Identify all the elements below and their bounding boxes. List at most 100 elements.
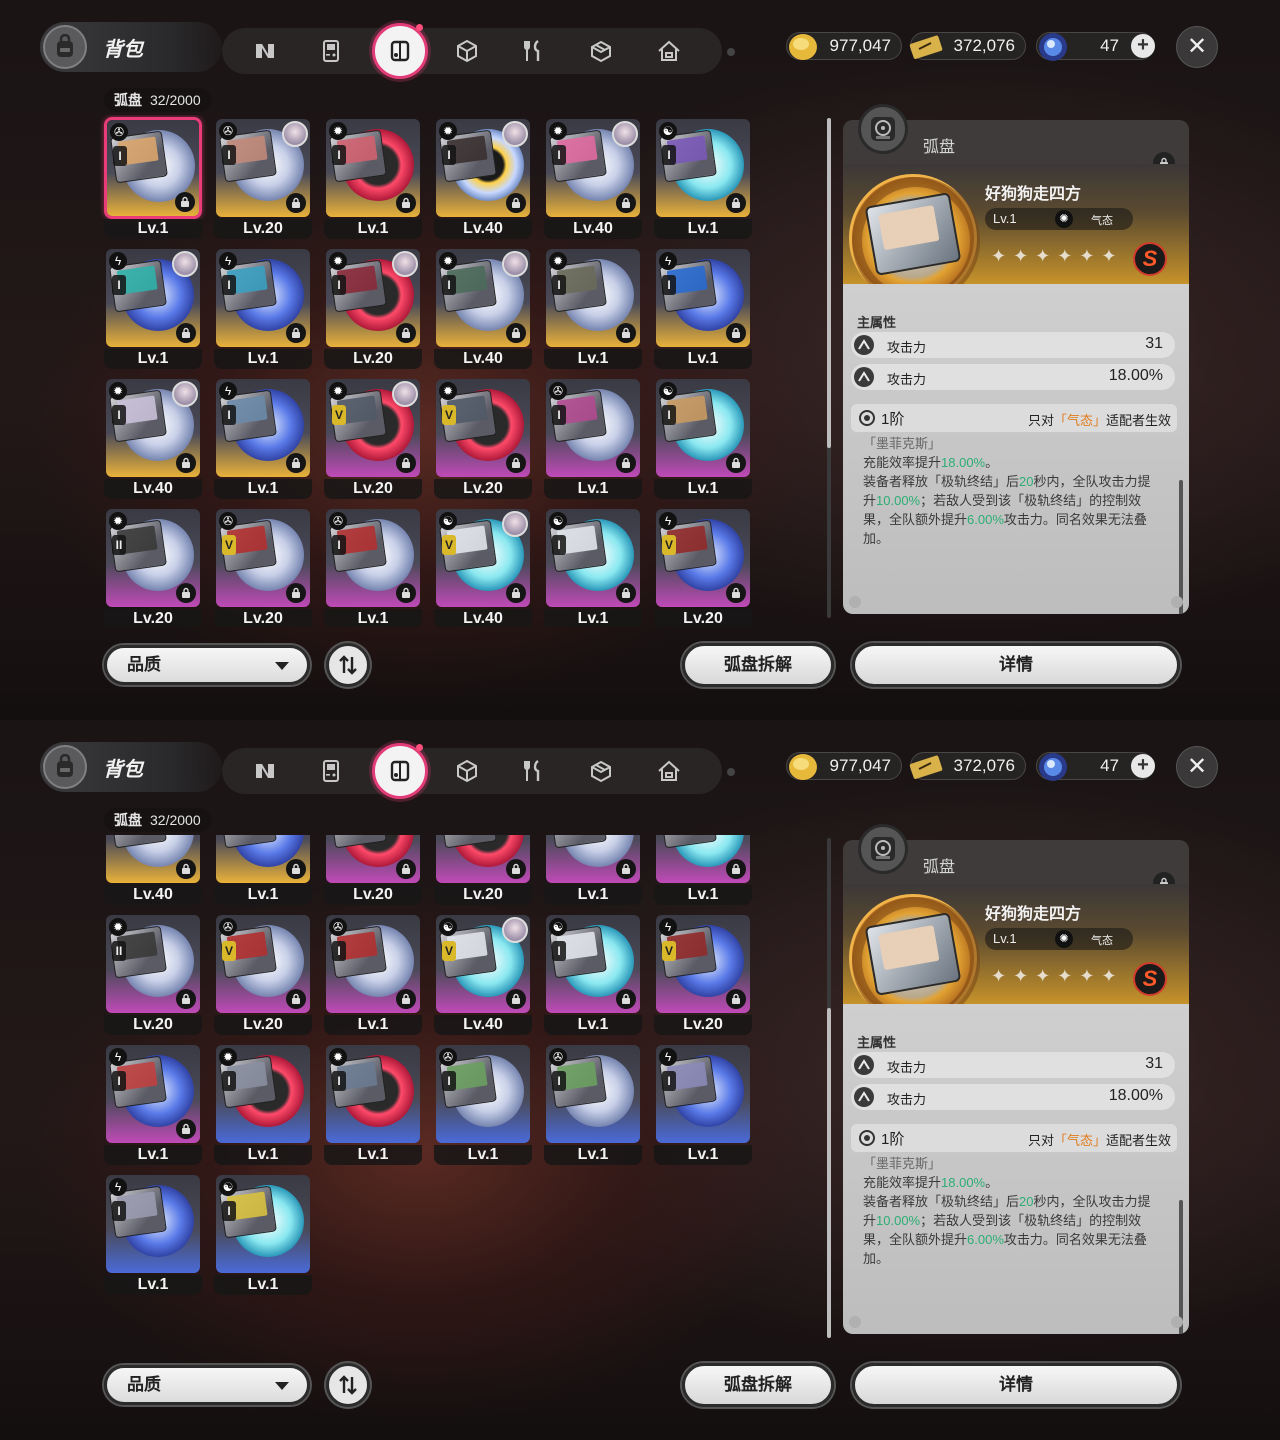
stat-row: 攻击力 31 xyxy=(851,332,1175,358)
disc-card[interactable]: ✹VLv.20 xyxy=(324,377,422,499)
disc-card[interactable]: ✇ I Lv.20 xyxy=(214,117,312,239)
disc-card[interactable]: ϟILv.1 xyxy=(104,1043,202,1165)
currency-coins[interactable]: 977,047 xyxy=(786,752,902,780)
disc-card[interactable]: ✇ILv.1 xyxy=(434,1043,532,1165)
disc-card[interactable]: ✹ I Lv.1 xyxy=(324,117,422,239)
tab-n-logo[interactable] xyxy=(246,752,284,790)
close-button[interactable]: ✕ xyxy=(1176,746,1218,788)
currency-coins[interactable]: 977,047 xyxy=(786,32,902,60)
grid-scroll-thumb[interactable] xyxy=(827,1008,831,1338)
tab-gameboy[interactable] xyxy=(312,752,350,790)
lock-icon xyxy=(506,859,526,879)
grid-scrollbar[interactable] xyxy=(827,118,831,618)
details-button[interactable]: 详情 xyxy=(852,1363,1180,1407)
tab-boxes[interactable] xyxy=(582,32,620,70)
disc-card[interactable]: ✹ILv.40 xyxy=(434,117,532,239)
disc-card[interactable]: ☯ V Lv.40 xyxy=(434,507,532,627)
disc-card[interactable]: ϟILv.1 xyxy=(104,247,202,369)
disc-card[interactable]: ☯ILv.1 xyxy=(214,1173,312,1295)
sort-dropdown[interactable]: 品质 xyxy=(104,1365,310,1405)
disc-thumbnail: ✹I xyxy=(544,117,642,219)
disc-level: Lv.1 xyxy=(993,931,1017,946)
lock-icon xyxy=(726,859,746,879)
disc-card[interactable]: ✇ V Lv.20 xyxy=(214,507,312,627)
disc-card[interactable]: ✇ILv.1 xyxy=(544,1043,642,1165)
disc-card[interactable]: ϟILv.1 xyxy=(214,835,312,905)
disc-name: 好狗狗走四方 xyxy=(985,186,1082,203)
disc-card[interactable]: ✹ I Lv.1 xyxy=(214,1043,312,1165)
currency-stamina[interactable]: 47 + xyxy=(1036,752,1155,781)
disc-card[interactable]: ☯ V Lv.40 xyxy=(434,913,532,1035)
panel-scrollbar[interactable] xyxy=(1179,1200,1183,1334)
disc-card[interactable]: ✹ILv.40 xyxy=(434,247,532,369)
currency-tickets[interactable]: 372,076 xyxy=(909,752,1026,780)
add-stamina-icon[interactable]: + xyxy=(1131,34,1155,58)
disc-card[interactable]: ✹ I Lv.1 xyxy=(324,1043,422,1165)
disc-card[interactable]: ✹ I Lv.20 xyxy=(324,247,422,369)
disc-card[interactable]: ✹ILv.40 xyxy=(544,117,642,239)
sort-dropdown[interactable]: 品质 xyxy=(104,645,310,685)
tab-materials[interactable] xyxy=(448,32,486,70)
rank-badge: I xyxy=(222,145,236,165)
tab-food[interactable] xyxy=(514,752,552,790)
disc-card[interactable]: ✹VLv.20 xyxy=(324,835,422,905)
tab-house[interactable] xyxy=(650,752,688,790)
dismantle-button[interactable]: 弧盘拆解 xyxy=(682,643,834,687)
grid-scrollbar[interactable] xyxy=(827,838,831,1338)
disc-card[interactable]: ✹VLv.20 xyxy=(434,377,532,499)
disc-card[interactable]: ✹ II Lv.20 xyxy=(104,913,202,1035)
disc-card[interactable]: ✇ILv.1 xyxy=(324,507,422,627)
energy-orb-icon xyxy=(1039,33,1067,61)
tab-gameboy[interactable] xyxy=(312,32,350,70)
lock-icon xyxy=(506,989,526,1009)
currency-tickets[interactable]: 372,076 xyxy=(909,32,1026,60)
tab-drive-discs[interactable] xyxy=(372,23,428,79)
disc-card[interactable]: ☯ILv.1 xyxy=(544,507,642,627)
disc-thumbnail: ✇ V xyxy=(214,507,312,609)
disc-card[interactable]: ✇ILv.1 xyxy=(544,377,642,499)
tab-food[interactable] xyxy=(514,32,552,70)
details-button[interactable]: 详情 xyxy=(852,643,1180,687)
panel-scrollbar[interactable] xyxy=(1179,480,1183,614)
rank-badge: I xyxy=(222,275,236,295)
disc-card[interactable]: ✇ILv.1 xyxy=(544,835,642,905)
disc-card[interactable]: ϟ V Lv.20 xyxy=(654,913,752,1035)
disc-card[interactable]: ☯ILv.1 xyxy=(654,117,752,239)
disc-card[interactable]: ✹ILv.40 xyxy=(104,377,202,499)
lock-icon xyxy=(616,859,636,879)
disc-card[interactable]: ϟILv.1 xyxy=(104,1173,202,1295)
sort-order-button[interactable] xyxy=(326,643,370,687)
disc-card[interactable]: ✹ILv.40 xyxy=(104,835,202,905)
tab-house[interactable] xyxy=(650,32,688,70)
box-icon xyxy=(591,40,611,63)
grid-scroll-thumb[interactable] xyxy=(827,118,831,448)
close-button[interactable]: ✕ xyxy=(1176,26,1218,68)
disc-card[interactable]: ϟ V Lv.20 xyxy=(654,507,752,627)
tab-n-logo[interactable] xyxy=(246,32,284,70)
disc-thumbnail: ✹I xyxy=(544,247,642,349)
tickets-value: 372,076 xyxy=(953,36,1015,55)
disc-card[interactable]: ✹VLv.20 xyxy=(434,835,532,905)
disc-level: Lv.20 xyxy=(434,885,532,905)
disc-card[interactable]: ☯ILv.1 xyxy=(654,377,752,499)
tab-materials[interactable] xyxy=(448,752,486,790)
sort-order-button[interactable] xyxy=(326,1363,370,1407)
disc-card[interactable]: ✹ II Lv.20 xyxy=(104,507,202,627)
currency-stamina[interactable]: 47 + xyxy=(1036,32,1155,61)
disc-card[interactable]: ✇ILv.1 xyxy=(324,913,422,1035)
tab-drive-discs[interactable] xyxy=(372,743,428,799)
add-stamina-icon[interactable]: + xyxy=(1131,754,1155,778)
disc-card[interactable]: ✹ I Lv.1 xyxy=(544,247,642,369)
disc-card[interactable]: ☯ILv.1 xyxy=(544,913,642,1035)
gear-faction-icon: ✹ xyxy=(439,252,457,270)
disc-card[interactable]: ϟILv.1 xyxy=(214,377,312,499)
disc-card[interactable]: ϟILv.1 xyxy=(214,247,312,369)
tab-boxes[interactable] xyxy=(582,752,620,790)
disc-card[interactable]: ✇ V Lv.20 xyxy=(214,913,312,1035)
disc-level: Lv.1 xyxy=(654,885,752,905)
disc-card[interactable]: ✇ILv.1 xyxy=(104,117,202,239)
dismantle-button[interactable]: 弧盘拆解 xyxy=(682,1363,834,1407)
disc-card[interactable]: ☯ILv.1 xyxy=(654,835,752,905)
disc-card[interactable]: ϟILv.1 xyxy=(654,247,752,369)
disc-card[interactable]: ϟILv.1 xyxy=(654,1043,752,1165)
